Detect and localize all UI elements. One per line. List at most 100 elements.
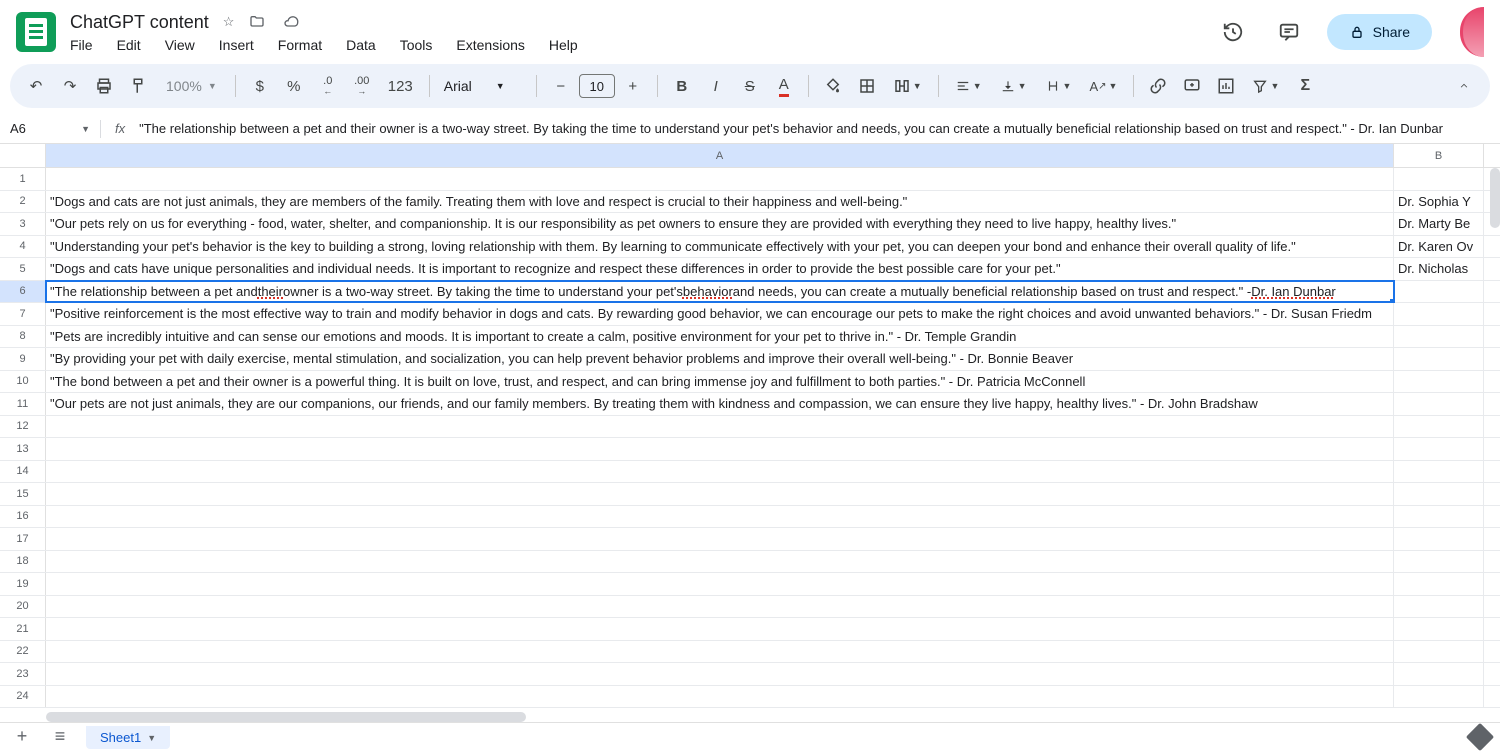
- cell[interactable]: [46, 416, 1394, 438]
- cell[interactable]: [46, 618, 1394, 640]
- cell[interactable]: [46, 438, 1394, 460]
- cell[interactable]: [1394, 348, 1484, 370]
- print-button[interactable]: [88, 70, 120, 102]
- row-header[interactable]: 14: [0, 461, 46, 483]
- zoom-select[interactable]: 100% ▼: [156, 78, 227, 94]
- spreadsheet-grid[interactable]: A B 12"Dogs and cats are not just animal…: [0, 144, 1500, 722]
- cell[interactable]: [46, 663, 1394, 685]
- cell[interactable]: [46, 641, 1394, 663]
- borders-button[interactable]: [851, 70, 883, 102]
- move-icon[interactable]: [248, 14, 266, 30]
- text-wrap-button[interactable]: ▼: [1037, 70, 1080, 102]
- cell[interactable]: "Dogs and cats are not just animals, the…: [46, 191, 1394, 213]
- insert-comment-button[interactable]: [1176, 70, 1208, 102]
- merge-cells-button[interactable]: ▼: [885, 70, 930, 102]
- cell[interactable]: [1394, 551, 1484, 573]
- cell[interactable]: [1394, 326, 1484, 348]
- font-size-increase-button[interactable]: +: [617, 70, 649, 102]
- sheets-logo[interactable]: [16, 12, 56, 52]
- cell[interactable]: Dr. Nicholas: [1394, 258, 1484, 280]
- font-select[interactable]: Arial▼: [438, 78, 528, 94]
- sheet-tab-1[interactable]: Sheet1▼: [86, 724, 170, 749]
- insert-chart-button[interactable]: [1210, 70, 1242, 102]
- cell[interactable]: "Pets are incredibly intuitive and can s…: [46, 326, 1394, 348]
- cell[interactable]: [46, 483, 1394, 505]
- number-format-button[interactable]: 123: [380, 70, 421, 102]
- cell[interactable]: Dr. Sophia Y: [1394, 191, 1484, 213]
- cell[interactable]: [1394, 483, 1484, 505]
- row-header[interactable]: 6: [0, 281, 46, 303]
- cell[interactable]: [46, 573, 1394, 595]
- cell[interactable]: [1394, 596, 1484, 618]
- cell[interactable]: Dr. Marty Be: [1394, 213, 1484, 235]
- percent-button[interactable]: %: [278, 70, 310, 102]
- menu-view[interactable]: View: [165, 37, 195, 53]
- menu-format[interactable]: Format: [278, 37, 322, 53]
- add-sheet-button[interactable]: +: [10, 726, 34, 747]
- cell[interactable]: [1394, 438, 1484, 460]
- text-rotation-button[interactable]: A↗▼: [1081, 70, 1125, 102]
- filter-button[interactable]: ▼: [1244, 70, 1287, 102]
- redo-button[interactable]: ↷: [54, 70, 86, 102]
- horizontal-align-button[interactable]: ▼: [947, 70, 990, 102]
- cell[interactable]: "Our pets are not just animals, they are…: [46, 393, 1394, 415]
- row-header[interactable]: 5: [0, 258, 46, 280]
- cell[interactable]: "The bond between a pet and their owner …: [46, 371, 1394, 393]
- cell[interactable]: "By providing your pet with daily exerci…: [46, 348, 1394, 370]
- row-header[interactable]: 2: [0, 191, 46, 213]
- all-sheets-button[interactable]: ≡: [48, 726, 72, 747]
- cell[interactable]: [1394, 641, 1484, 663]
- vertical-align-button[interactable]: ▼: [992, 70, 1035, 102]
- cell[interactable]: "Positive reinforcement is the most effe…: [46, 303, 1394, 325]
- comments-icon[interactable]: [1271, 14, 1307, 50]
- cell[interactable]: "Our pets rely on us for everything - fo…: [46, 213, 1394, 235]
- font-size-input[interactable]: 10: [579, 74, 615, 98]
- undo-button[interactable]: ↶: [20, 70, 52, 102]
- menu-help[interactable]: Help: [549, 37, 578, 53]
- fill-color-button[interactable]: [817, 70, 849, 102]
- name-box[interactable]: A6▼: [0, 121, 100, 136]
- menu-tools[interactable]: Tools: [400, 37, 433, 53]
- menu-insert[interactable]: Insert: [219, 37, 254, 53]
- increase-decimal-button[interactable]: .00→: [346, 70, 378, 102]
- cell[interactable]: [1394, 371, 1484, 393]
- share-button[interactable]: Share: [1327, 14, 1432, 50]
- formula-input[interactable]: "The relationship between a pet and thei…: [139, 121, 1500, 136]
- row-header[interactable]: 16: [0, 506, 46, 528]
- menu-file[interactable]: File: [70, 37, 93, 53]
- column-header-a[interactable]: A: [46, 144, 1394, 167]
- cell[interactable]: [46, 461, 1394, 483]
- cell[interactable]: [1394, 506, 1484, 528]
- cell[interactable]: [46, 686, 1394, 708]
- cell[interactable]: [1394, 461, 1484, 483]
- cell[interactable]: [46, 528, 1394, 550]
- star-icon[interactable]: ☆: [223, 14, 235, 30]
- functions-button[interactable]: Σ: [1289, 70, 1321, 102]
- cell[interactable]: [1394, 281, 1484, 303]
- row-header[interactable]: 4: [0, 236, 46, 258]
- cell[interactable]: "The relationship between a pet and thei…: [46, 281, 1394, 303]
- cell[interactable]: [1394, 573, 1484, 595]
- row-header[interactable]: 21: [0, 618, 46, 640]
- row-header[interactable]: 19: [0, 573, 46, 595]
- document-title[interactable]: ChatGPT content: [70, 12, 209, 33]
- menu-edit[interactable]: Edit: [117, 37, 141, 53]
- cell[interactable]: [1394, 618, 1484, 640]
- insert-link-button[interactable]: [1142, 70, 1174, 102]
- cell[interactable]: [1394, 303, 1484, 325]
- paint-format-button[interactable]: [122, 70, 154, 102]
- row-header[interactable]: 10: [0, 371, 46, 393]
- cell[interactable]: [46, 596, 1394, 618]
- cell[interactable]: [1394, 393, 1484, 415]
- row-header[interactable]: 20: [0, 596, 46, 618]
- row-header[interactable]: 7: [0, 303, 46, 325]
- row-header[interactable]: 15: [0, 483, 46, 505]
- row-header[interactable]: 9: [0, 348, 46, 370]
- row-header[interactable]: 12: [0, 416, 46, 438]
- text-color-button[interactable]: A: [768, 70, 800, 102]
- currency-button[interactable]: $: [244, 70, 276, 102]
- row-header[interactable]: 13: [0, 438, 46, 460]
- menu-data[interactable]: Data: [346, 37, 376, 53]
- menu-extensions[interactable]: Extensions: [456, 37, 524, 53]
- collapse-toolbar-button[interactable]: [1448, 70, 1480, 102]
